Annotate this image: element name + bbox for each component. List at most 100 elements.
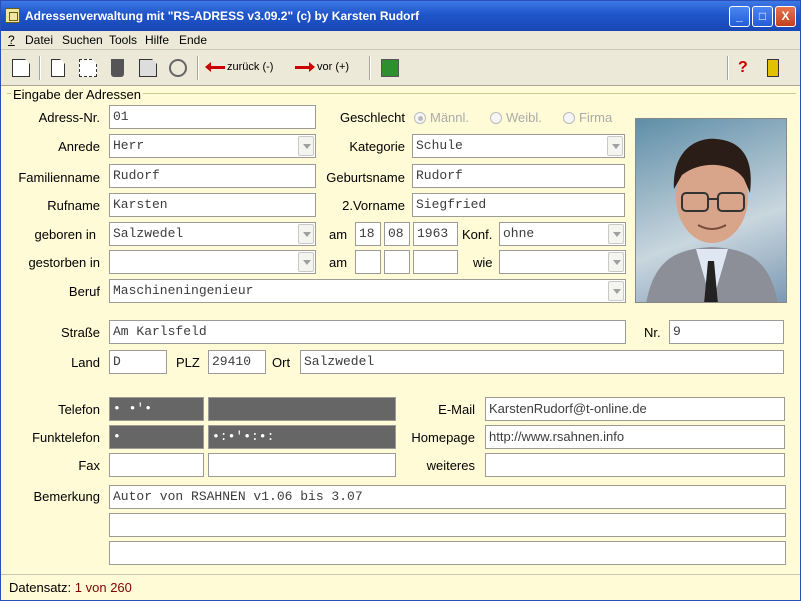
- person-photo: [635, 118, 787, 303]
- close-button[interactable]: X: [775, 6, 796, 27]
- telefon-nummer-field[interactable]: [208, 397, 396, 421]
- label-konf: Konf.: [462, 227, 493, 242]
- toolbar-separator: [369, 56, 371, 80]
- app-icon: [5, 8, 20, 23]
- minimize-button[interactable]: _: [729, 6, 750, 27]
- funk-nummer-field[interactable]: •:•'•:•:: [208, 425, 396, 449]
- walking-person-icon[interactable]: [381, 59, 399, 77]
- label-nr: Nr.: [644, 325, 661, 340]
- geb-jahr-field[interactable]: 1963: [413, 222, 458, 246]
- geb-monat-field[interactable]: 08: [384, 222, 410, 246]
- menu-bar: ? Datei Suchen Tools Hilfe Ende: [1, 31, 800, 50]
- chevron-down-icon[interactable]: [298, 224, 314, 244]
- tod-jahr-field[interactable]: [413, 250, 458, 274]
- arrow-right-icon: [295, 61, 315, 72]
- label-anrede: Anrede: [58, 139, 100, 154]
- label-familienname: Familienname: [18, 170, 100, 185]
- hausnummer-field[interactable]: 9: [669, 320, 784, 344]
- search-doc-icon[interactable]: [12, 59, 30, 77]
- radio-label: Weibl.: [506, 110, 542, 125]
- geboren-in-select[interactable]: Salzwedel: [109, 222, 316, 246]
- rufname-field[interactable]: Karsten: [109, 193, 316, 217]
- forward-label: vor (+): [317, 61, 350, 73]
- label-weiteres: weiteres: [426, 458, 475, 473]
- radio-icon: [563, 112, 575, 124]
- label-strasse: Straße: [60, 325, 100, 340]
- radio-maennlich[interactable]: Männl.: [414, 110, 469, 125]
- label-email: E-Mail: [438, 402, 475, 417]
- menu-tools[interactable]: Tools: [109, 33, 137, 47]
- strasse-field[interactable]: Am Karlsfeld: [109, 320, 626, 344]
- tod-tag-field[interactable]: [355, 250, 381, 274]
- land-field[interactable]: D: [109, 350, 167, 374]
- title-bar[interactable]: Adressenverwaltung mit "RS-ADRESS v3.09.…: [1, 1, 800, 31]
- geb-tag-field[interactable]: 18: [355, 222, 381, 246]
- print-icon[interactable]: [139, 59, 157, 77]
- toolbar-separator: [39, 56, 41, 80]
- toolbar-separator: [197, 56, 199, 80]
- anrede-select[interactable]: Herr: [109, 134, 316, 158]
- back-label: zurück (-): [227, 61, 274, 73]
- wie-select[interactable]: [499, 250, 626, 274]
- label-geschlecht: Geschlecht: [339, 110, 405, 125]
- radio-weiblich[interactable]: Weibl.: [490, 110, 542, 125]
- menu-ende[interactable]: Ende: [179, 33, 207, 47]
- funk-vorwahl-field[interactable]: •: [109, 425, 204, 449]
- label-rufname: Rufname: [47, 198, 100, 213]
- menu-question[interactable]: ?: [8, 33, 15, 47]
- chevron-down-icon[interactable]: [608, 281, 624, 301]
- gestorben-in-select[interactable]: [109, 250, 316, 274]
- chevron-down-icon[interactable]: [608, 252, 624, 272]
- plz-field[interactable]: 29410: [208, 350, 266, 374]
- copy-doc-icon[interactable]: [79, 59, 97, 77]
- exit-door-icon[interactable]: [767, 59, 779, 77]
- label-adress-nr: Adress-Nr.: [38, 110, 100, 125]
- chevron-down-icon[interactable]: [607, 136, 623, 156]
- label-geburtsname: Geburtsname: [326, 170, 405, 185]
- bemerkung-line-3[interactable]: [109, 541, 786, 565]
- bemerkung-line-2[interactable]: [109, 513, 786, 537]
- radio-label: Männl.: [430, 110, 470, 125]
- geboren-in-value: Salzwedel: [113, 226, 184, 241]
- kategorie-select[interactable]: Schule: [412, 134, 625, 158]
- bemerkung-line-1[interactable]: Autor von RSAHNEN v1.06 bis 3.07: [109, 485, 786, 509]
- help-icon[interactable]: ?: [738, 59, 748, 77]
- trash-icon[interactable]: [111, 59, 124, 77]
- email-field[interactable]: KarstenRudorf@t-online.de: [485, 397, 785, 421]
- telefon-vorwahl-field[interactable]: • •'•: [109, 397, 204, 421]
- chevron-down-icon[interactable]: [608, 224, 624, 244]
- status-bar: Datensatz: 1 von 260: [1, 574, 800, 600]
- label-am-gestorben: am: [329, 255, 348, 270]
- new-doc-icon[interactable]: [51, 59, 65, 77]
- maximize-button[interactable]: □: [752, 6, 773, 27]
- forward-button[interactable]: vor (+): [295, 61, 349, 73]
- label-kategorie: Kategorie: [349, 139, 405, 154]
- history-icon[interactable]: [169, 59, 187, 77]
- familienname-field[interactable]: Rudorf: [109, 164, 316, 188]
- label-fax: Fax: [78, 458, 100, 473]
- adress-nr-field[interactable]: 01: [109, 105, 316, 129]
- kategorie-value: Schule: [416, 138, 463, 153]
- fax-nummer-field[interactable]: [208, 453, 396, 477]
- 2-vorname-field[interactable]: Siegfried: [412, 193, 625, 217]
- label-telefon: Telefon: [58, 402, 100, 417]
- fax-vorwahl-field[interactable]: [109, 453, 204, 477]
- homepage-field[interactable]: http://www.rsahnen.info: [485, 425, 785, 449]
- menu-datei[interactable]: Datei: [25, 33, 53, 47]
- chevron-down-icon[interactable]: [298, 136, 314, 156]
- weiteres-field[interactable]: [485, 453, 785, 477]
- ort-field[interactable]: Salzwedel: [300, 350, 784, 374]
- konf-select[interactable]: ohne: [499, 222, 626, 246]
- label-geboren-in: geboren in: [34, 227, 96, 242]
- radio-firma[interactable]: Firma: [563, 110, 612, 125]
- label-gestorben-in: gestorben in: [28, 255, 100, 270]
- tod-monat-field[interactable]: [384, 250, 410, 274]
- arrow-left-icon: [205, 61, 225, 72]
- menu-hilfe[interactable]: Hilfe: [145, 33, 169, 47]
- chevron-down-icon[interactable]: [298, 252, 314, 272]
- back-button[interactable]: zurück (-): [205, 61, 274, 73]
- record-counter: 1 von 260: [74, 580, 132, 595]
- menu-suchen[interactable]: Suchen: [62, 33, 103, 47]
- geburtsname-field[interactable]: Rudorf: [412, 164, 625, 188]
- beruf-select[interactable]: Maschineningenieur: [109, 279, 626, 303]
